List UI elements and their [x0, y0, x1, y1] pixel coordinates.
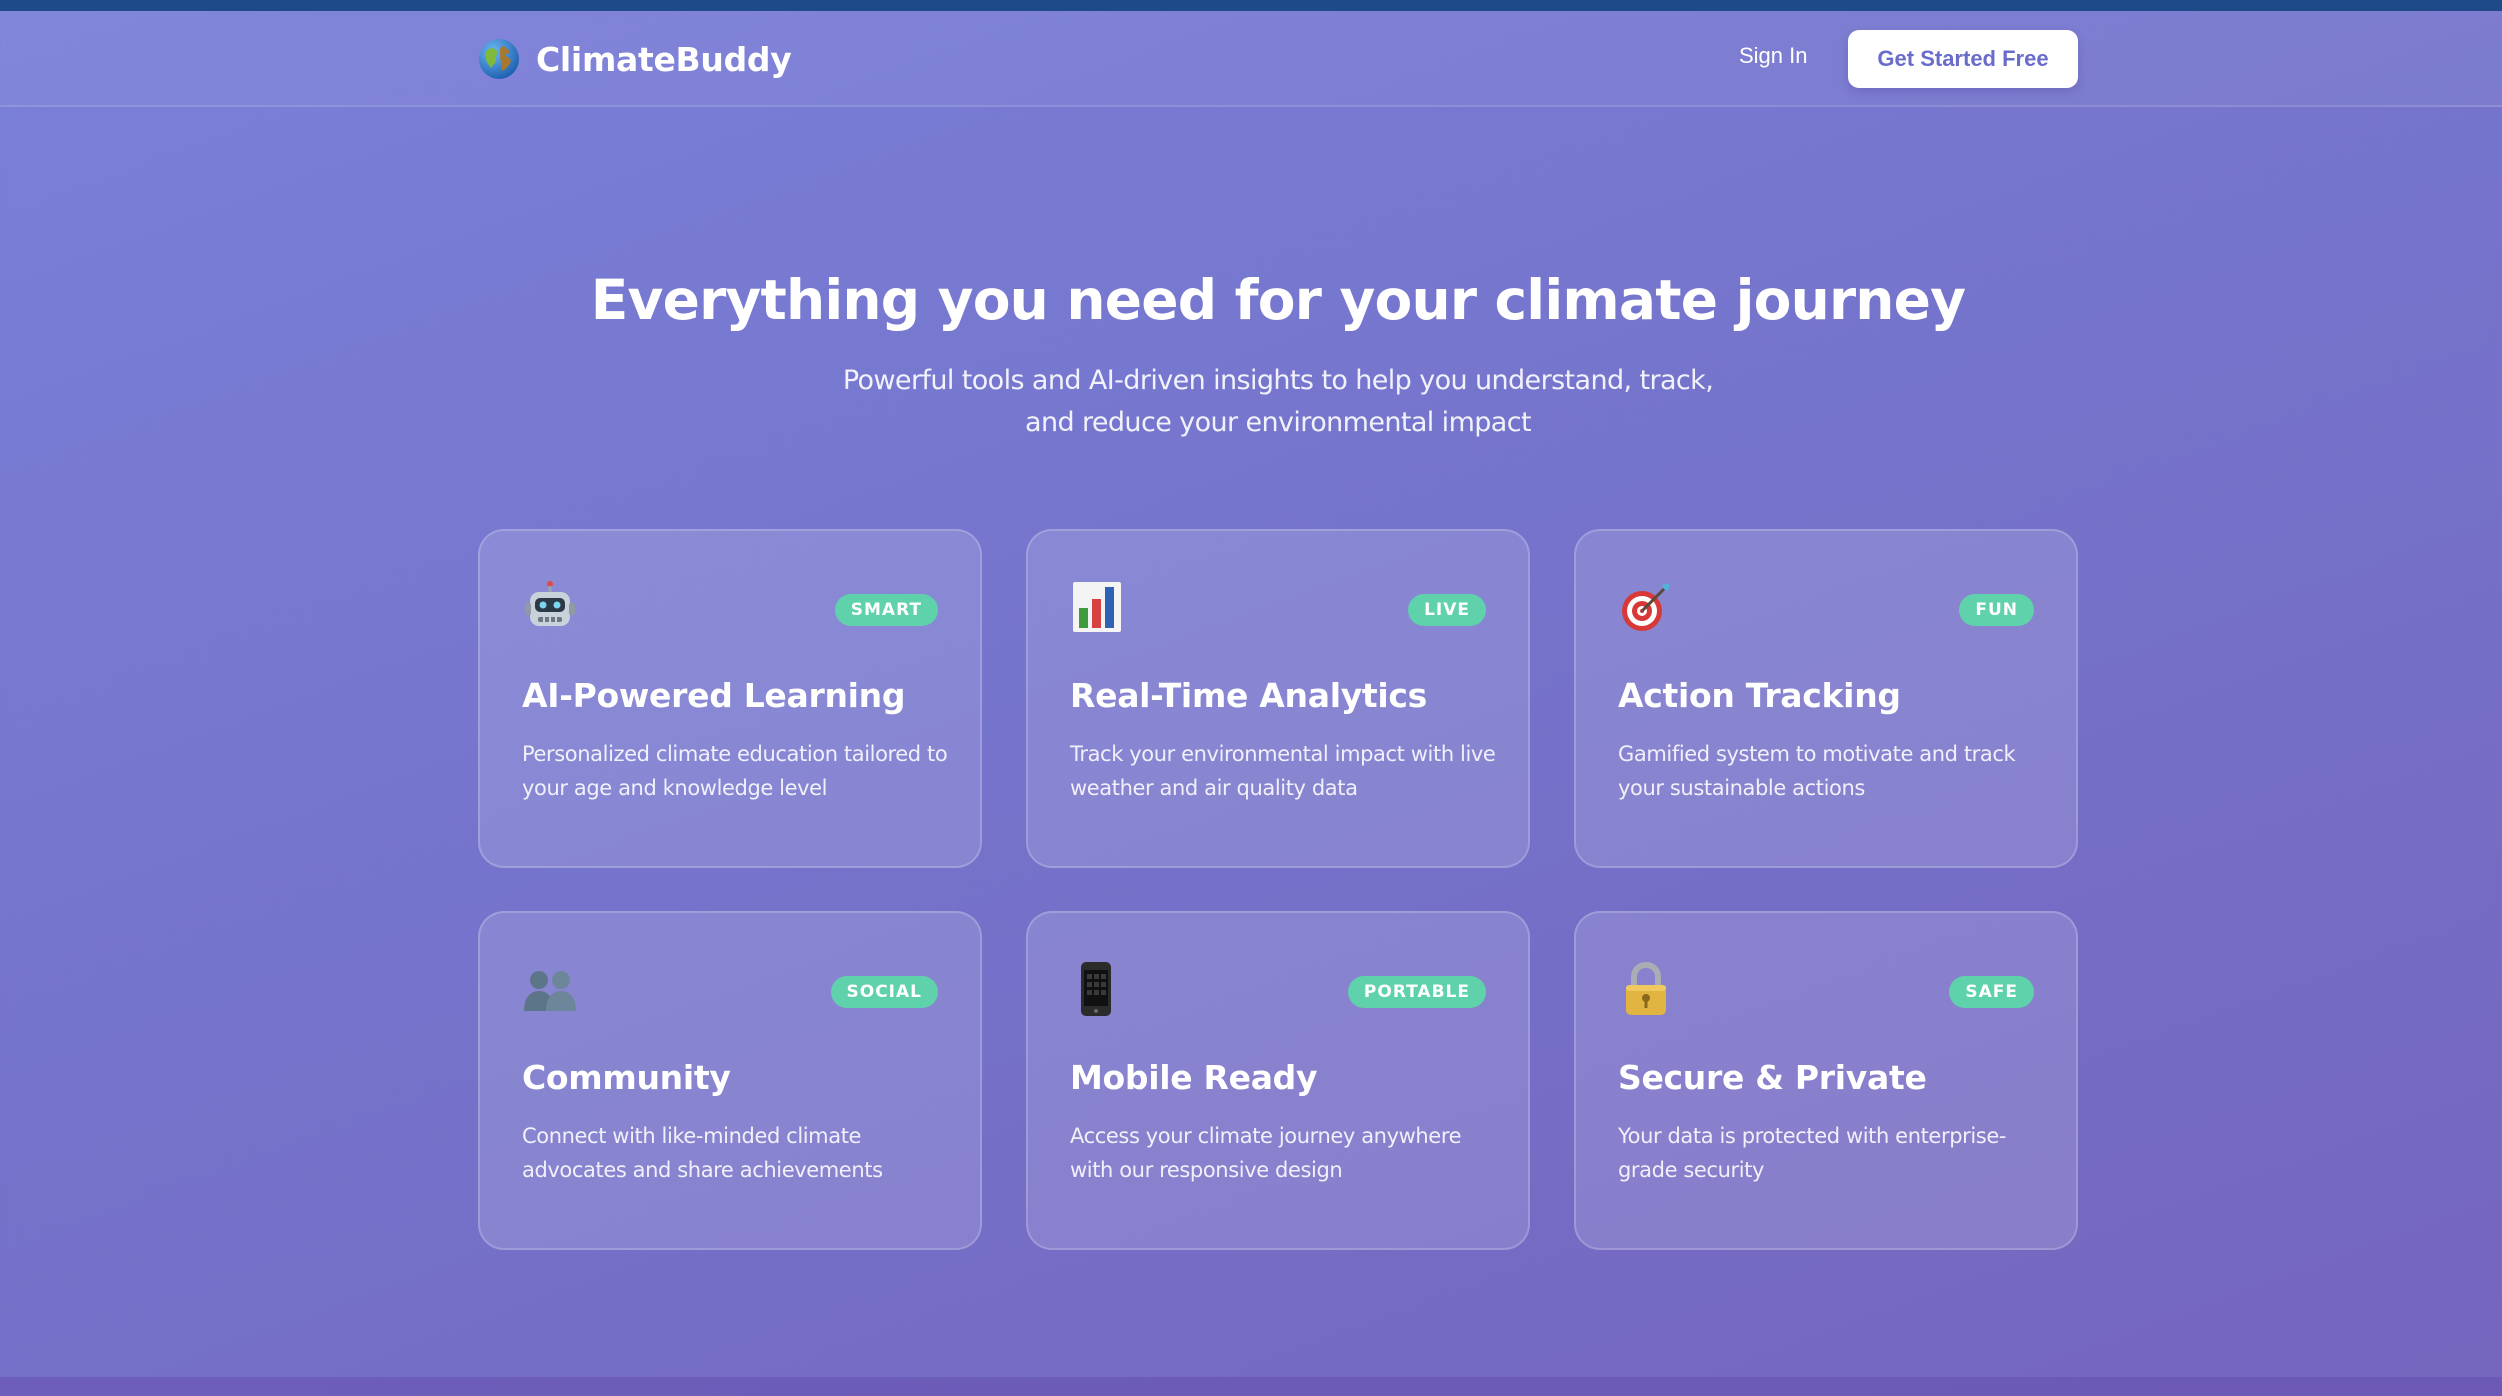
hero-subtitle: Powerful tools and AI-driven insights to…	[842, 365, 1714, 438]
feature-card-analytics[interactable]: LIVE Real-Time Analytics Track your envi…	[1026, 529, 1530, 868]
bar-chart-icon	[1070, 579, 1126, 635]
feature-title: AI-Powered Learning	[522, 676, 906, 715]
robot-icon	[522, 579, 578, 635]
feature-badge: LIVE	[1408, 594, 1486, 626]
padlock-icon	[1618, 961, 1674, 1017]
feature-description: Access your climate journey anywhere wit…	[1070, 1124, 1462, 1182]
mobile-phone-icon	[1070, 961, 1126, 1017]
feature-grid: SMART AI-Powered Learning Personalized c…	[478, 529, 2078, 1250]
feature-card-mobile[interactable]: PORTABLE Mobile Ready Access your climat…	[1026, 911, 1530, 1250]
next-section-edge	[0, 1377, 2502, 1396]
hero-title: Everything you need for your climate jou…	[590, 268, 1966, 332]
feature-badge: SAFE	[1949, 976, 2034, 1008]
feature-title: Real-Time Analytics	[1070, 676, 1428, 715]
feature-title: Action Tracking	[1618, 676, 1901, 715]
feature-title: Mobile Ready	[1070, 1058, 1318, 1097]
top-accent-strip	[0, 0, 2502, 11]
target-icon	[1618, 579, 1674, 635]
feature-title: Secure & Private	[1618, 1058, 1927, 1097]
feature-badge: FUN	[1959, 594, 2034, 626]
people-icon	[522, 961, 578, 1017]
feature-description: Track your environmental impact with liv…	[1070, 742, 1496, 800]
feature-card-ai-learning[interactable]: SMART AI-Powered Learning Personalized c…	[478, 529, 982, 868]
sign-in-link[interactable]: Sign In	[1739, 43, 1808, 69]
navbar: ClimateBuddy Sign In Get Started Free	[0, 11, 2502, 107]
feature-card-community[interactable]: SOCIAL Community Connect with like-minde…	[478, 911, 982, 1250]
feature-description: Your data is protected with enterprise-g…	[1618, 1124, 2007, 1182]
feature-description: Personalized climate education tailored …	[522, 742, 948, 800]
feature-card-security[interactable]: SAFE Secure & Private Your data is prote…	[1574, 911, 2078, 1250]
feature-badge: SMART	[834, 594, 938, 626]
feature-description: Gamified system to motivate and track yo…	[1618, 742, 2016, 800]
brand-logo[interactable]: ClimateBuddy	[478, 37, 792, 81]
feature-badge: SOCIAL	[830, 976, 938, 1008]
feature-badge: PORTABLE	[1347, 976, 1486, 1008]
feature-description: Connect with like-minded climate advocat…	[522, 1124, 883, 1182]
feature-card-action-tracking[interactable]: FUN Action Tracking Gamified system to m…	[1574, 529, 2078, 868]
brand-name: ClimateBuddy	[536, 39, 792, 79]
get-started-button[interactable]: Get Started Free	[1848, 30, 2078, 88]
globe-icon	[479, 39, 519, 79]
feature-title: Community	[522, 1058, 731, 1097]
